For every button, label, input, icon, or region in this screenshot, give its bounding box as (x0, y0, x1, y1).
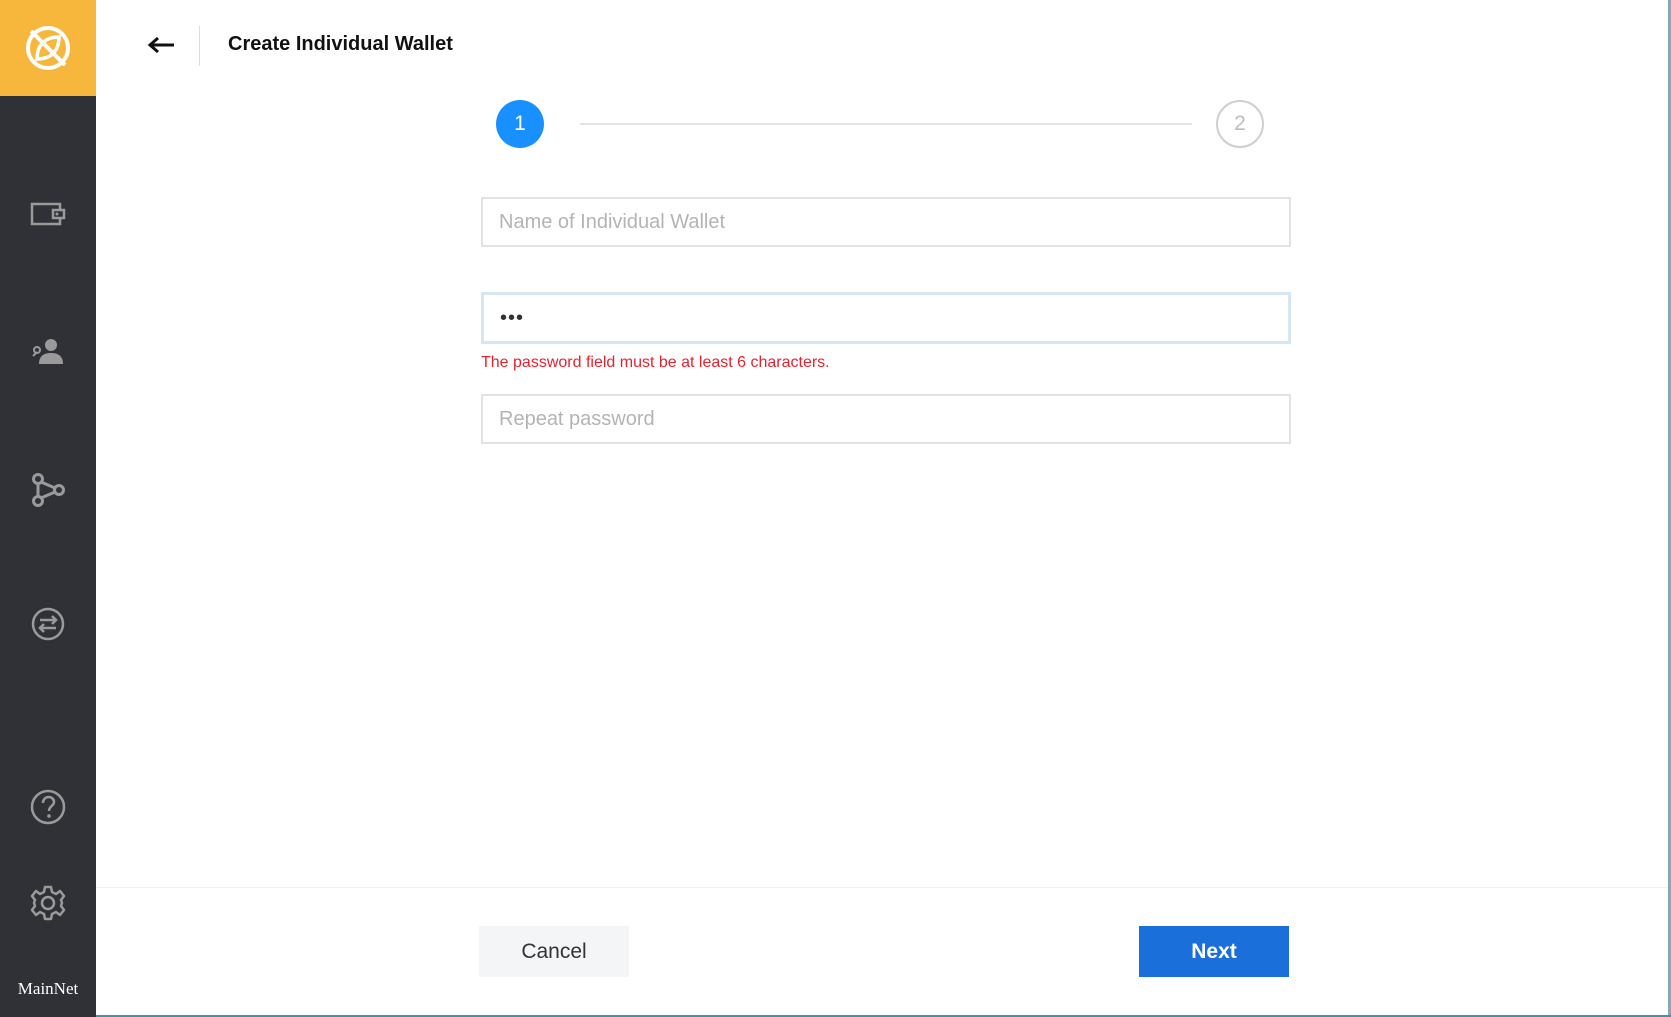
header-divider (199, 26, 200, 66)
sidebar-item-wallets[interactable] (24, 190, 72, 238)
password-error-message: The password field must be at least 6 ch… (481, 354, 830, 371)
sidebar-item-settings[interactable] (24, 879, 72, 927)
settings-icon (30, 885, 66, 921)
app-window: MainNet Create Individual Wallet 1 2 The… (0, 0, 1671, 1017)
wallet-name-input[interactable] (481, 197, 1291, 247)
sidebar-item-help[interactable] (24, 783, 72, 831)
sidebar-item-contacts[interactable] (24, 328, 72, 376)
repeat-password-input[interactable] (481, 394, 1291, 444)
wallet-icon (30, 202, 66, 226)
network-nodes-icon (32, 473, 65, 507)
leaf-slash-logo-icon (26, 26, 70, 70)
footer-divider (96, 887, 1671, 888)
sidebar-item-network[interactable] (24, 466, 72, 514)
logo[interactable] (0, 0, 96, 96)
back-button[interactable] (146, 30, 176, 60)
stepper-progress-line (580, 123, 1192, 125)
sidebar-item-exchange[interactable] (24, 600, 72, 648)
network-label[interactable]: MainNet (0, 979, 96, 999)
arrow-left-icon (147, 37, 174, 53)
contacts-icon (32, 339, 63, 364)
step-2-indicator: 2 (1216, 100, 1264, 148)
next-button[interactable]: Next (1139, 926, 1289, 977)
password-input[interactable] (481, 292, 1291, 344)
step-1-indicator: 1 (496, 100, 544, 148)
help-icon (30, 789, 66, 825)
sidebar: MainNet (0, 0, 96, 1017)
exchange-icon (31, 607, 65, 641)
page-title: Create Individual Wallet (228, 33, 453, 55)
cancel-button[interactable]: Cancel (479, 926, 629, 977)
